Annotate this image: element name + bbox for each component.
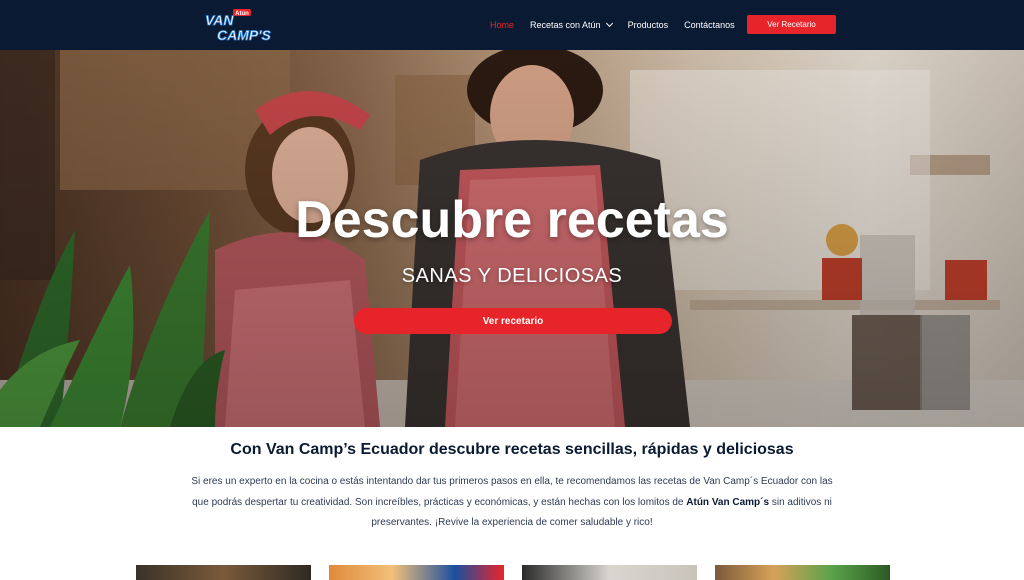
svg-text:CAMP'S: CAMP'S [217, 27, 272, 43]
intro-paragraph: Si eres un experto en la cocina o estás … [185, 472, 839, 534]
main-menu: Home Recetas con Atún Productos Contácta… [490, 0, 751, 50]
recipe-card-image[interactable] [715, 565, 890, 580]
nav-recetas-dropdown[interactable]: Recetas con Atún [530, 19, 613, 30]
hero-subtitle: SANAS Y DELICIOSAS [401, 265, 623, 287]
chevron-down-icon [605, 19, 613, 28]
recipe-card-image[interactable] [136, 565, 311, 580]
recipe-cards-row [0, 565, 1024, 580]
nav-recetas-label: Recetas con Atún [530, 20, 601, 30]
ver-recetario-hero-button[interactable]: Ver recetario [354, 308, 672, 334]
svg-text:VAN: VAN [205, 12, 234, 28]
intro-title: Con Van Camp’s Ecuador descubre recetas … [230, 441, 794, 458]
svg-text:Atún: Atún [235, 11, 249, 17]
intro-brand-highlight: Atún Van Camp´s [686, 496, 770, 508]
nav-contactanos[interactable]: Contáctanos [684, 20, 735, 30]
recipe-card-image[interactable] [522, 565, 697, 580]
hero-banner: Descubre recetas SANAS Y DELICIOSAS Ver … [0, 50, 1024, 427]
nav-home[interactable]: Home [490, 20, 514, 30]
hero-title: Descubre recetas [295, 191, 729, 249]
van-camps-logo[interactable]: Atún VAN CAMP'S [203, 7, 275, 43]
ver-recetario-nav-button[interactable]: Ver Recetario [747, 15, 836, 34]
top-navbar: Atún VAN CAMP'S Home Recetas con Atún Pr… [0, 0, 1024, 50]
recipe-card-image[interactable] [329, 565, 504, 580]
nav-productos[interactable]: Productos [628, 20, 669, 30]
